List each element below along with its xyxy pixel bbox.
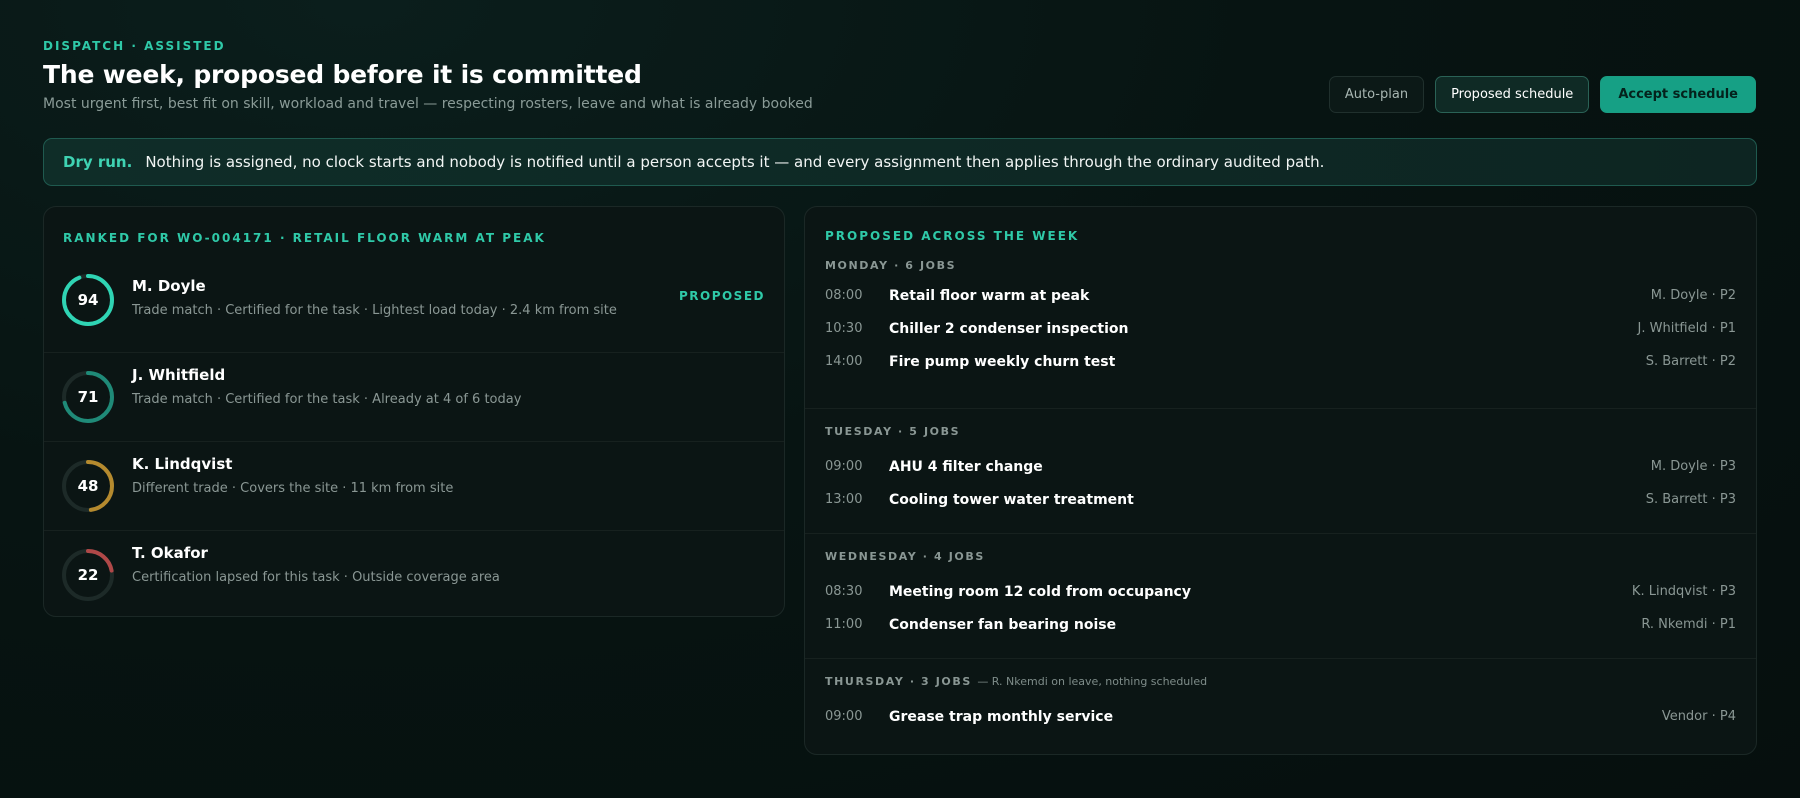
auto-plan-button[interactable]: Auto-plan [1328,76,1425,113]
page-subtitle: Most urgent first, best fit on skill, wo… [43,96,813,112]
candidate-row[interactable]: 48 K. Lindqvist Different trade · Covers… [44,441,784,530]
score-value: 71 [77,388,99,406]
job-title: Condenser fan bearing noise [889,617,1117,633]
page-title: The week, proposed before it is committe… [43,60,642,89]
banner-lead: Dry run. [63,153,133,171]
job-time: 13:00 [825,492,863,507]
job-row[interactable]: 11:00 Condenser fan bearing noise R. Nke… [805,617,1756,637]
job-assignee: M. Doyle · P2 [1650,288,1736,303]
job-time: 11:00 [825,617,863,632]
candidate-row[interactable]: 94 M. Doyle Trade match · Certified for … [44,263,784,352]
job-row[interactable]: 09:00 AHU 4 filter change M. Doyle · P3 [805,459,1756,479]
day-group-wednesday: WEDNESDAY · 4 JOBS 08:30 Meeting room 12… [805,533,1756,658]
day-group-thursday: THURSDAY · 3 JOBS — R. Nkemdi on leave, … [805,658,1756,754]
header-actions: Auto-plan Proposed schedule Accept sched… [1328,76,1756,113]
candidate-detail: Trade match · Certified for the task · A… [132,392,522,407]
job-title: Meeting room 12 cold from occupancy [889,584,1191,600]
week-schedule-panel: PROPOSED ACROSS THE WEEK MONDAY · 6 JOBS… [804,206,1757,755]
score-ring: 22 [61,548,115,602]
job-assignee: S. Barrett · P2 [1645,354,1736,369]
job-row[interactable]: 08:00 Retail floor warm at peak M. Doyle… [805,288,1756,308]
job-title: Fire pump weekly churn test [889,354,1116,370]
score-value: 94 [77,291,99,309]
candidate-name: T. Okafor [132,544,208,562]
day-note: — R. Nkemdi on leave, nothing scheduled [977,675,1208,688]
score-ring: 71 [61,370,115,424]
day-group-tuesday: TUESDAY · 5 JOBS 09:00 AHU 4 filter chan… [805,408,1756,533]
week-panel-label: PROPOSED ACROSS THE WEEK [825,229,1080,243]
day-heading: THURSDAY · 3 JOBS — R. Nkemdi on leave, … [825,675,1208,688]
job-row[interactable]: 09:00 Grease trap monthly service Vendor… [805,709,1756,729]
job-time: 08:00 [825,288,863,303]
candidate-name: J. Whitfield [132,366,226,384]
candidate-detail: Trade match · Certified for the task · L… [132,303,617,318]
day-heading: MONDAY · 6 JOBS [825,259,957,272]
ranked-candidates-panel: RANKED FOR WO-004171 · RETAIL FLOOR WARM… [43,206,785,617]
job-title: Grease trap monthly service [889,709,1114,725]
ranked-panel-label: RANKED FOR WO-004171 · RETAIL FLOOR WARM… [63,231,546,245]
job-title: Chiller 2 condenser inspection [889,321,1129,337]
score-ring: 48 [61,459,115,513]
job-assignee: K. Lindqvist · P3 [1631,584,1736,599]
candidate-name: K. Lindqvist [132,455,233,473]
job-assignee: J. Whitfield · P1 [1637,321,1736,336]
job-time: 10:30 [825,321,863,336]
score-value: 22 [77,566,99,584]
job-title: AHU 4 filter change [889,459,1043,475]
score-ring: 94 [61,273,115,327]
candidate-detail: Different trade · Covers the site · 11 k… [132,481,454,496]
job-row[interactable]: 08:30 Meeting room 12 cold from occupanc… [805,584,1756,604]
job-time: 09:00 [825,709,863,724]
day-heading: TUESDAY · 5 JOBS [825,425,961,438]
candidate-row[interactable]: 22 T. Okafor Certification lapsed for th… [44,530,784,619]
job-row[interactable]: 13:00 Cooling tower water treatment S. B… [805,492,1756,512]
banner-message: Nothing is assigned, no clock starts and… [145,153,1325,171]
job-row[interactable]: 14:00 Fire pump weekly churn test S. Bar… [805,354,1756,374]
job-assignee: S. Barrett · P3 [1645,492,1736,507]
job-time: 09:00 [825,459,863,474]
score-value: 48 [77,477,99,495]
candidate-row[interactable]: 71 J. Whitfield Trade match · Certified … [44,352,784,441]
accept-schedule-button[interactable]: Accept schedule [1600,76,1756,113]
proposed-badge: PROPOSED [678,289,765,303]
dry-run-banner: Dry run. Nothing is assigned, no clock s… [43,138,1757,186]
job-assignee: M. Doyle · P3 [1650,459,1736,474]
candidate-detail: Certification lapsed for this task · Out… [132,570,500,585]
job-assignee: Vendor · P4 [1661,709,1736,724]
day-heading: WEDNESDAY · 4 JOBS [825,550,985,563]
job-title: Retail floor warm at peak [889,288,1090,304]
job-title: Cooling tower water treatment [889,492,1134,508]
job-time: 14:00 [825,354,863,369]
job-row[interactable]: 10:30 Chiller 2 condenser inspection J. … [805,321,1756,341]
job-assignee: R. Nkemdi · P1 [1641,617,1736,632]
page-eyebrow: DISPATCH · ASSISTED [43,39,226,53]
candidate-name: M. Doyle [132,277,206,295]
day-group-monday: MONDAY · 6 JOBS 08:00 Retail floor warm … [805,259,1756,370]
proposed-schedule-button[interactable]: Proposed schedule [1435,76,1590,113]
job-time: 08:30 [825,584,863,599]
